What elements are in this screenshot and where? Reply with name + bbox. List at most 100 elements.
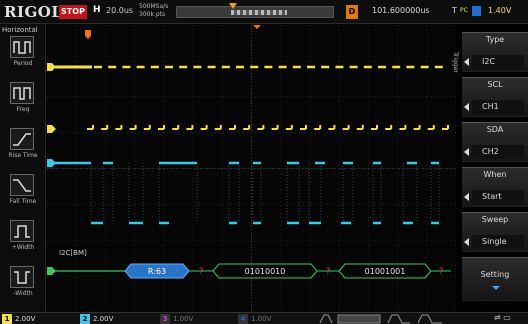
trigger-position-marker (253, 25, 261, 29)
trigger-when-title: When (483, 170, 507, 179)
chevron-down-icon (492, 286, 500, 290)
ch2-number: 2 (80, 314, 90, 324)
math-icon (387, 314, 410, 324)
measure-rise-time-label: Rise Time (8, 152, 38, 159)
waveform-display[interactable]: R:63 01010010 01001001??? I2C[BM] (47, 25, 456, 312)
measure-period-label: Period (13, 60, 33, 67)
trigger-type-softkey[interactable]: Type I2C (462, 32, 528, 72)
measure-negative-width-label: -Width (13, 290, 33, 297)
channel-markers (47, 25, 261, 275)
sda-source-title: SDA (486, 125, 504, 134)
waveform-canvas[interactable]: R:63 01010010 01001001??? I2C[BM] (47, 25, 456, 312)
trigger-position-marker (229, 3, 237, 9)
period-icon (10, 36, 34, 58)
reference-icon (417, 314, 442, 324)
horizontal-indicator-label: H (93, 5, 101, 15)
ch3-number: 3 (160, 314, 170, 324)
sample-rate: 500MSa/s 300k pts (139, 3, 168, 19)
rise-time-icon (10, 128, 34, 150)
trigger-setting-title: Setting (480, 270, 510, 279)
frequency-icon (10, 82, 34, 104)
measurement-panel: Horizontal Period Freq Rise Time Fall Ti… (0, 24, 46, 312)
ch1-scale: 2.00V (15, 315, 36, 323)
ch1-offset-marker (47, 63, 56, 71)
sda-source-value: CH2 (472, 145, 524, 159)
trigger-menu: Type I2C SCL CH1 SDA CH2 When Start Swee… (462, 30, 528, 312)
bus-ack-mark: ? (326, 267, 331, 277)
bus-ack-mark: ? (439, 267, 444, 277)
ch3-status[interactable]: 3 1.00V (160, 314, 193, 324)
left-arrow-icon (464, 193, 469, 201)
logic-analyzer-icon (337, 314, 381, 324)
trigger-when-softkey[interactable]: When Start (462, 167, 528, 207)
left-arrow-icon (464, 58, 469, 66)
left-arrow-icon (464, 148, 469, 156)
ch4-status[interactable]: 4 1.00V (238, 314, 271, 324)
delay-indicator-label: D (346, 5, 358, 19)
positive-width-icon (10, 220, 34, 242)
horizontal-delay-value[interactable]: 101.600000us (372, 6, 430, 15)
trigger-level-value: 1.40V (488, 6, 512, 15)
trigger-menu-tab-label: Trigger (451, 52, 459, 73)
digital-bus-status[interactable] (318, 314, 448, 324)
status-bar: RIGOL STOP H 20.0us 500MSa/s 300k pts D … (0, 0, 528, 24)
bus-address-text: R:63 (148, 267, 166, 276)
measure-fall-time-button[interactable]: Fall Time (0, 174, 46, 214)
usb-icon: ⇌ ▭ (494, 313, 511, 322)
trigger-type-value: I2C (472, 55, 524, 69)
brand-logo: RIGOL (4, 3, 63, 21)
trigger-status[interactable]: T PC 1.40V (452, 4, 524, 20)
scl-source-softkey[interactable]: SCL CH1 (462, 77, 528, 117)
memory-position-bar[interactable] (176, 3, 334, 18)
left-arrow-icon (464, 238, 469, 246)
ch3-scale: 1.00V (173, 315, 194, 323)
measure-positive-width-label: +Width (11, 244, 35, 251)
trigger-time-marker (85, 30, 91, 39)
ch1-clock-low (87, 125, 449, 130)
memory-window (231, 10, 287, 15)
bus-offset-marker (47, 267, 56, 275)
ch2-data-edges (90, 163, 440, 223)
scl-source-title: SCL (487, 80, 503, 89)
sample-rate-value: 500MSa/s (139, 3, 169, 10)
trigger-source: PC (460, 7, 468, 14)
ch1-number: 1 (2, 314, 12, 324)
trigger-when-value: Start (472, 190, 524, 204)
bus-data-text: 01001001 (365, 267, 406, 276)
memory-depth-value: 300k pts (139, 11, 166, 18)
fall-time-icon (10, 174, 34, 196)
measure-frequency-label: Freq (16, 106, 30, 113)
measurement-panel-title: Horizontal (2, 26, 38, 34)
measure-fall-time-label: Fall Time (9, 198, 37, 205)
ch4-scale: 1.00V (251, 315, 272, 323)
sda-source-softkey[interactable]: SDA CH2 (462, 122, 528, 162)
timebase-value[interactable]: 20.0us (106, 6, 133, 15)
left-arrow-icon (464, 103, 469, 111)
trigger-type-title: Type (485, 35, 505, 44)
ch1-trigger-level-marker (47, 125, 56, 133)
measure-rise-time-button[interactable]: Rise Time (0, 128, 46, 168)
measure-negative-width-button[interactable]: -Width (0, 266, 46, 306)
sweep-mode-value: Single (472, 235, 524, 249)
negative-width-icon (10, 266, 34, 288)
trigger-edge-icon (472, 6, 481, 16)
ch4-number: 4 (238, 314, 248, 324)
measure-frequency-button[interactable]: Freq (0, 82, 46, 122)
measure-positive-width-button[interactable]: +Width (0, 220, 46, 260)
scl-source-value: CH1 (472, 100, 524, 114)
ch2-scale: 2.00V (93, 315, 114, 323)
run-stop-indicator[interactable]: STOP (59, 5, 87, 19)
ch2-status[interactable]: 2 2.00V (80, 314, 113, 324)
trigger-label: T (452, 6, 457, 15)
bus-label: I2C[BM] (59, 249, 87, 257)
ch2-offset-marker (47, 159, 56, 167)
ch2-waveform (55, 161, 440, 225)
sweep-mode-softkey[interactable]: Sweep Single (462, 212, 528, 252)
trigger-setting-softkey[interactable]: Setting (462, 257, 528, 301)
sweep-mode-title: Sweep (481, 215, 509, 224)
bus-data-text: 01010010 (245, 267, 286, 276)
measure-period-button[interactable]: Period (0, 36, 46, 76)
channel-status-bar: 1 2.00V 2 2.00V 3 1.00V 4 1.00V ⇌ ▭ (0, 312, 528, 324)
bus-ack-mark: ? (199, 267, 204, 277)
ch1-status[interactable]: 1 2.00V (2, 314, 35, 324)
